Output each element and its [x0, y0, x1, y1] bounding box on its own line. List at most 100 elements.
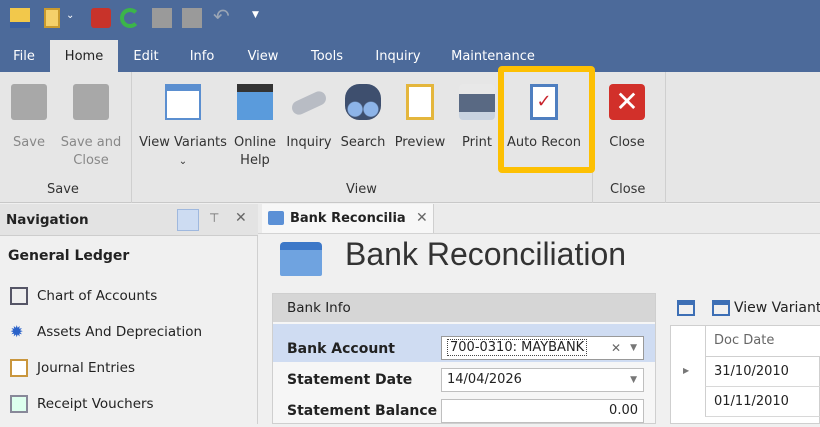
- view-variant-label: View Variant: [734, 300, 820, 316]
- save-label: Save: [13, 135, 45, 150]
- save-icon: [152, 8, 172, 28]
- statement-balance-label: Statement Balance: [287, 403, 438, 419]
- book-icon: [10, 287, 28, 305]
- print-label: Print: [462, 135, 492, 150]
- tab-edit[interactable]: Edit: [124, 40, 168, 72]
- inquiry-button[interactable]: Inquiry: [285, 84, 333, 152]
- save-close-icon: [182, 8, 202, 28]
- statement-balance-row: Statement Balance 0.00: [273, 395, 655, 427]
- close-button[interactable]: ✕ Close: [604, 84, 650, 152]
- column-header-doc-date[interactable]: Doc Date: [705, 326, 820, 357]
- statement-date-row: Statement Date 14/04/2026 ▼: [273, 364, 655, 396]
- binoculars-icon: [345, 84, 381, 120]
- restore-layout-icon[interactable]: [677, 300, 695, 316]
- customize-quick-access-icon[interactable]: ▼: [252, 10, 259, 20]
- receipt-icon: [10, 395, 28, 413]
- highlight-box: [498, 66, 595, 173]
- document-tab-bank-reconciliation[interactable]: Bank Reconcilia ✕: [262, 204, 434, 233]
- view-variants-button[interactable]: View Variants ⌄: [138, 84, 228, 171]
- nav-item-journal-entries[interactable]: Journal Entries: [10, 357, 135, 379]
- bank-info-header: Bank Info: [273, 294, 655, 322]
- navigation-header: Navigation ⊤ ✕: [0, 204, 258, 236]
- nav-item-chart-of-accounts[interactable]: Chart of Accounts: [10, 285, 157, 307]
- nav-label: Chart of Accounts: [37, 288, 158, 304]
- bank-info-panel: Bank Info Bank Account 700-0310: MAYBANK…: [272, 293, 656, 424]
- bank-icon: [268, 211, 284, 225]
- pin-icon[interactable]: ⊤: [209, 211, 219, 225]
- dropdown-icon[interactable]: ▼: [630, 369, 637, 391]
- statement-date-label: Statement Date: [287, 372, 413, 388]
- key-icon[interactable]: [91, 8, 111, 28]
- online-help-label-1: Online: [234, 135, 276, 150]
- preview-label: Preview: [394, 135, 446, 150]
- table-row[interactable]: 01/11/2010: [705, 387, 820, 417]
- close-icon: ✕: [609, 84, 645, 120]
- journal-icon: [10, 359, 28, 377]
- tab-info[interactable]: Info: [180, 40, 224, 72]
- clipboard-icon: [406, 84, 434, 120]
- chevron-down-icon: ⌄: [178, 156, 188, 167]
- preview-button[interactable]: Preview: [393, 84, 447, 152]
- save-and-close-label: Save and Close: [60, 135, 122, 168]
- refresh-icon[interactable]: [120, 8, 140, 28]
- tab-tools[interactable]: Tools: [302, 40, 352, 72]
- table-row[interactable]: 31/10/2010: [705, 357, 820, 387]
- printer-icon: [459, 84, 495, 120]
- print-button[interactable]: Print: [455, 84, 499, 152]
- statement-date-input[interactable]: 14/04/2026 ▼: [441, 368, 644, 392]
- chevron-down-icon[interactable]: ⌄: [66, 10, 74, 21]
- dropdown-icon[interactable]: ▼: [630, 337, 637, 359]
- close-label: Close: [609, 135, 645, 150]
- close-tab-icon[interactable]: ✕: [416, 204, 428, 233]
- nav-item-receipt-vouchers[interactable]: Receipt Vouchers: [10, 393, 154, 415]
- save-icon: [11, 84, 47, 120]
- online-help-label-2: Help: [240, 153, 270, 168]
- statement-balance-input[interactable]: 0.00: [441, 399, 644, 423]
- bank-account-select[interactable]: 700-0310: MAYBANK ✕ ▼: [441, 336, 644, 360]
- bank-account-value: 700-0310: MAYBANK: [447, 339, 588, 356]
- ribbon: Save Save and Close Save View Variants ⌄ …: [0, 72, 820, 203]
- save-and-close-button: Save and Close: [56, 84, 126, 170]
- nav-item-assets[interactable]: ✹ Assets And Depreciation: [10, 321, 202, 343]
- group-label-close: Close: [610, 182, 646, 197]
- title-bar: ⌄ ↶ ▼ File Home Edit Info View Tools Inq…: [0, 0, 820, 72]
- inquiry-label: Inquiry: [286, 135, 332, 150]
- app-icon: [10, 8, 30, 28]
- row-indicator-icon: ▶: [683, 366, 690, 375]
- nav-label: Assets And Depreciation: [37, 324, 203, 340]
- view-variants-label: View Variants: [139, 135, 227, 150]
- data-grid: Doc Date ▶ 31/10/2010 01/11/2010: [670, 325, 820, 424]
- clipboard-icon[interactable]: [44, 8, 60, 28]
- bank-account-label: Bank Account: [287, 341, 395, 357]
- tab-inquiry[interactable]: Inquiry: [368, 40, 428, 72]
- group-label-save: Save: [47, 182, 79, 197]
- save-close-icon: [73, 84, 109, 120]
- navigation-panel: Navigation ⊤ ✕ General Ledger Chart of A…: [0, 204, 258, 424]
- bank-account-row: Bank Account 700-0310: MAYBANK ✕ ▼: [273, 324, 655, 362]
- nav-label: Receipt Vouchers: [37, 396, 154, 412]
- statement-date-value: 14/04/2026: [447, 372, 522, 387]
- save-button: Save: [8, 84, 50, 152]
- tab-home[interactable]: Home: [50, 40, 118, 72]
- close-icon[interactable]: ✕: [235, 210, 247, 226]
- undo-icon: ↶: [213, 4, 230, 28]
- section-general-ledger: General Ledger: [8, 248, 130, 264]
- clear-icon[interactable]: ✕: [611, 337, 621, 359]
- navigation-title: Navigation: [6, 212, 89, 228]
- window-icon: [712, 300, 730, 316]
- online-help-button[interactable]: Online Help: [232, 84, 278, 170]
- document-tab-label: Bank Reconcilia: [290, 211, 406, 226]
- tab-file[interactable]: File: [2, 40, 46, 72]
- tab-view[interactable]: View: [240, 40, 286, 72]
- bank-icon: [280, 242, 322, 276]
- divider: [665, 72, 666, 203]
- telescope-icon: [289, 89, 329, 117]
- dock-icon[interactable]: [177, 209, 199, 231]
- window-icon: [165, 84, 201, 120]
- group-label-view: View: [346, 182, 377, 197]
- search-button[interactable]: Search: [340, 84, 386, 152]
- search-label: Search: [340, 135, 386, 150]
- nav-label: Journal Entries: [37, 360, 136, 376]
- divider: [131, 72, 132, 203]
- view-variant-button[interactable]: View Variant: [712, 300, 820, 316]
